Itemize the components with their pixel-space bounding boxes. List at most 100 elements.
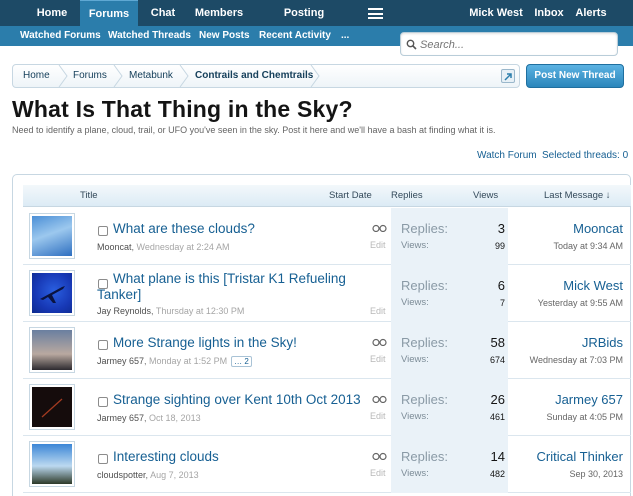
thread-page-link[interactable]: … 2	[231, 356, 252, 367]
column-title[interactable]: Title	[80, 185, 98, 207]
thread-select-checkbox[interactable]	[98, 397, 108, 407]
column-views[interactable]: Views	[473, 185, 498, 207]
column-last-message[interactable]: Last Message ↓	[544, 185, 611, 207]
search-box	[400, 32, 618, 56]
last-message-date[interactable]: Yesterday at 9:55 AM	[538, 298, 623, 308]
views-count: 99	[494, 241, 505, 251]
last-message-user[interactable]: JRBids	[582, 335, 623, 350]
last-message-user[interactable]: Critical Thinker	[537, 449, 623, 464]
preview-glasses-icon[interactable]	[372, 338, 387, 346]
column-replies[interactable]: Replies	[391, 185, 423, 207]
breadcrumb-contrails-and-chemtrails[interactable]: Contrails and Chemtrails	[195, 65, 313, 87]
views-label: Views:	[401, 297, 429, 308]
breadcrumb-metabunk[interactable]: Metabunk	[129, 65, 173, 87]
nav-tab-home[interactable]: Home	[28, 0, 76, 26]
thread-author[interactable]: Jarmey 657	[97, 356, 144, 366]
last-message-user[interactable]: Mooncat	[573, 221, 623, 236]
stats-column	[391, 379, 508, 436]
last-message-date[interactable]: Sep 30, 2013	[569, 469, 623, 479]
thread-select-checkbox[interactable]	[98, 454, 108, 464]
views-count: 482	[489, 469, 505, 479]
thread-author[interactable]: Jarmey 657	[97, 413, 144, 423]
views-label: Views:	[401, 354, 429, 365]
edit-link[interactable]: Edit	[370, 354, 386, 364]
nav-tab-members[interactable]: Members	[193, 0, 245, 26]
views-label: Views:	[401, 411, 429, 422]
avatar[interactable]	[29, 327, 75, 373]
stats-column	[391, 322, 508, 379]
thread-select-checkbox[interactable]	[98, 340, 108, 350]
last-message-date[interactable]: Sunday at 4:05 PM	[546, 412, 623, 422]
preview-glasses-icon[interactable]	[372, 452, 387, 460]
thread-row: What are these clouds? Mooncat, Wednesda…	[23, 208, 631, 265]
subnav-new-posts[interactable]: New Posts	[199, 26, 250, 46]
thread-title-link[interactable]: What are these clouds?	[113, 221, 255, 237]
nav-tab-posting-guidelines[interactable]: Posting Guidelines	[258, 0, 350, 45]
search-icon	[406, 39, 417, 50]
breadcrumb-separator-icon	[310, 65, 320, 87]
thread-list-header: Title Start Date Replies Views Last Mess…	[23, 185, 631, 207]
last-message-date[interactable]: Wednesday at 7:03 PM	[530, 355, 623, 365]
edit-link[interactable]: Edit	[370, 306, 386, 316]
thread-thumbnail	[32, 387, 72, 427]
last-message-date[interactable]: Today at 9:34 AM	[553, 241, 623, 251]
edit-link[interactable]: Edit	[370, 240, 386, 250]
post-new-thread-button[interactable]: Post New Thread	[526, 64, 624, 88]
page-title: What Is That Thing in the Sky?	[12, 96, 353, 122]
thread-title-link[interactable]: What plane is this [Tristar K1 Refueling…	[97, 271, 357, 303]
breadcrumb-forums[interactable]: Forums	[73, 65, 107, 87]
user-account-link[interactable]: Mick West	[468, 0, 524, 26]
replies-count: 58	[490, 335, 505, 350]
avatar[interactable]	[29, 384, 75, 430]
thread-thumbnail	[32, 444, 72, 484]
thread-title-link[interactable]: Strange sighting over Kent 10th Oct 2013	[113, 392, 361, 408]
last-message-user[interactable]: Mick West	[563, 278, 623, 293]
subnav-more[interactable]: ...	[341, 26, 349, 46]
nav-tab-chat[interactable]: Chat	[145, 0, 181, 26]
thread-author[interactable]: Mooncat	[97, 242, 132, 252]
nav-tab-forums[interactable]: Forums	[80, 0, 138, 26]
avatar[interactable]	[29, 270, 75, 316]
views-count: 461	[489, 412, 505, 422]
thread-meta: cloudspotter, Aug 7, 2013	[97, 470, 199, 480]
selected-threads-link[interactable]: Selected threads: 0	[542, 150, 628, 161]
views-label: Views:	[401, 240, 429, 251]
views-label: Views:	[401, 468, 429, 479]
thread-thumbnail	[32, 330, 72, 370]
watch-forum-link[interactable]: Watch Forum	[477, 150, 537, 161]
subnav-watched-threads[interactable]: Watched Threads	[108, 26, 191, 46]
jump-to-icon[interactable]	[501, 69, 515, 83]
inbox-link[interactable]: Inbox	[532, 0, 566, 26]
edit-link[interactable]: Edit	[370, 468, 386, 478]
thread-title-link[interactable]: Interesting clouds	[113, 449, 219, 465]
thread-meta: Mooncat, Wednesday at 2:24 AM	[97, 242, 230, 252]
thread-start-date: Oct 18, 2013	[149, 413, 201, 423]
breadcrumb-home[interactable]: Home	[23, 65, 50, 87]
thread-list: Title Start Date Replies Views Last Mess…	[12, 174, 631, 496]
stats-column	[391, 208, 508, 265]
thread-author[interactable]: cloudspotter	[97, 470, 146, 480]
subnav-watched-forums[interactable]: Watched Forums	[20, 26, 101, 46]
thread-start-date: Thursday at 12:30 PM	[155, 306, 245, 316]
thread-title-link[interactable]: More Strange lights in the Sky!	[113, 335, 297, 351]
subnav-recent-activity[interactable]: Recent Activity	[259, 26, 331, 46]
preview-glasses-icon[interactable]	[372, 395, 387, 403]
thread-meta: Jarmey 657, Monday at 1:52 PM… 2	[97, 356, 252, 367]
menu-icon[interactable]	[368, 8, 383, 19]
plane-icon	[40, 286, 65, 303]
search-input[interactable]	[420, 36, 610, 53]
replies-label: Replies:	[401, 449, 448, 464]
replies-label: Replies:	[401, 335, 448, 350]
alerts-link[interactable]: Alerts	[574, 0, 608, 26]
preview-glasses-icon[interactable]	[372, 224, 387, 232]
column-start-date[interactable]: Start Date	[329, 185, 372, 207]
avatar[interactable]	[29, 441, 75, 487]
breadcrumb-separator-icon	[179, 65, 189, 87]
replies-label: Replies:	[401, 278, 448, 293]
breadcrumb-separator-icon	[58, 65, 68, 87]
last-message-user[interactable]: Jarmey 657	[555, 392, 623, 407]
edit-link[interactable]: Edit	[370, 411, 386, 421]
avatar[interactable]	[29, 213, 75, 259]
thread-select-checkbox[interactable]	[98, 226, 108, 236]
thread-author[interactable]: Jay Reynolds	[97, 306, 151, 316]
